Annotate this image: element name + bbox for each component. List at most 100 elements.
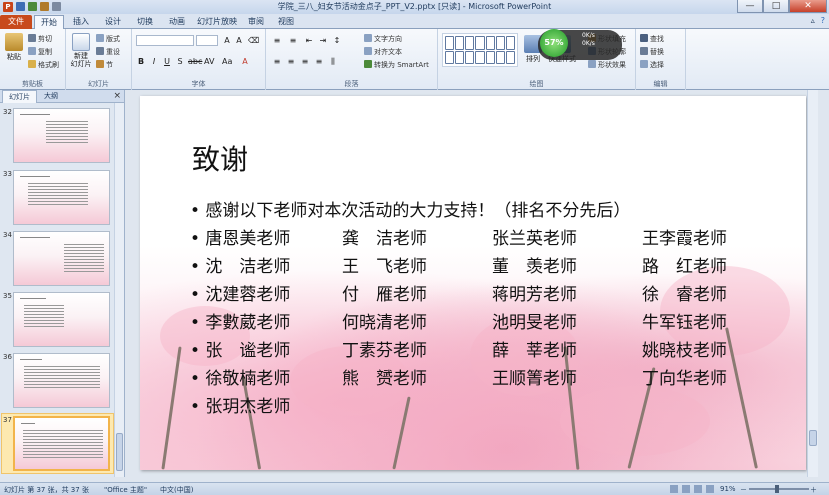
name-cell[interactable]: • 徐敬楠老师: [190, 364, 290, 389]
maximize-button[interactable]: □: [763, 0, 789, 13]
name-cell[interactable]: • 李數葳老师: [190, 308, 290, 333]
name-cell[interactable]: 薛 莘老师: [492, 336, 577, 361]
font-family-combo[interactable]: [136, 35, 194, 46]
smartart-button[interactable]: 转换为 SmartArt: [364, 60, 429, 70]
intro-bullet[interactable]: • 感谢以下老师对本次活动的大力支持！（排名不分先后）: [190, 196, 630, 221]
cut-button[interactable]: 剪切: [28, 34, 52, 44]
increase-indent-icon[interactable]: ⇥: [318, 36, 328, 46]
name-cell[interactable]: • 唐恩美老师: [190, 224, 290, 249]
align-left-icon[interactable]: ≡: [272, 57, 282, 67]
strikethrough-button[interactable]: abc: [188, 57, 202, 67]
brace-shape-icon[interactable]: [485, 50, 495, 64]
align-center-icon[interactable]: ≡: [286, 57, 296, 67]
italic-button[interactable]: I: [149, 57, 159, 67]
columns-icon[interactable]: ⫼: [328, 57, 338, 67]
name-cell[interactable]: 徐 睿老师: [642, 280, 727, 305]
tab-outline-pane[interactable]: 大纲: [38, 90, 64, 103]
new-slide-button[interactable]: 新建 幻灯片: [69, 33, 93, 68]
name-cell[interactable]: 姚晓枝老师: [642, 336, 727, 361]
name-cell[interactable]: • 张玥杰老师: [190, 392, 290, 417]
zoom-in-button[interactable]: ＋: [810, 485, 817, 495]
layout-button[interactable]: 版式: [96, 34, 120, 44]
zoom-slider[interactable]: [749, 488, 809, 490]
language-indicator[interactable]: 中文(中国): [160, 485, 193, 495]
paste-button[interactable]: 粘贴: [3, 33, 25, 62]
tab-transitions[interactable]: 切换: [130, 15, 160, 29]
name-cell[interactable]: 龚 洁老师: [342, 224, 427, 249]
zoom-out-button[interactable]: －: [740, 485, 747, 495]
scrollbar-thumb[interactable]: [809, 430, 817, 446]
name-cell[interactable]: 池明旻老师: [492, 308, 577, 333]
underline-button[interactable]: U: [162, 57, 172, 67]
shadow-button[interactable]: S: [175, 57, 185, 67]
find-button[interactable]: 查找: [640, 34, 664, 44]
close-button[interactable]: ✕: [789, 0, 827, 13]
tab-view[interactable]: 视图: [272, 15, 300, 29]
square-shape-icon[interactable]: [495, 36, 505, 50]
slide-sorter-icon[interactable]: [682, 485, 690, 493]
change-case-icon[interactable]: Aa: [222, 57, 232, 67]
name-cell[interactable]: 付 雁老师: [342, 280, 427, 305]
section-button[interactable]: 节: [96, 60, 113, 70]
align-text-button[interactable]: 对齐文本: [364, 47, 402, 57]
char-spacing-icon[interactable]: AV: [204, 57, 214, 67]
name-cell[interactable]: • 沈建蓉老师: [190, 280, 290, 305]
tab-slideshow[interactable]: 幻灯片放映: [194, 15, 240, 29]
arrow-shape-icon[interactable]: [475, 36, 485, 50]
zoom-level[interactable]: 91%: [720, 485, 736, 493]
line-spacing-icon[interactable]: ↕: [332, 36, 342, 46]
triangle-shape-icon[interactable]: [505, 36, 515, 50]
slide-thumbnail-36[interactable]: 36: [0, 353, 113, 411]
tab-insert[interactable]: 插入: [66, 15, 96, 29]
callout-shape-icon[interactable]: [495, 50, 505, 64]
more-shapes-icon[interactable]: [505, 50, 515, 64]
connector-shape-icon[interactable]: [455, 50, 465, 64]
slide-thumbnail-32[interactable]: 32: [0, 108, 113, 166]
name-cell[interactable]: • 沈 洁老师: [190, 252, 290, 277]
name-cell[interactable]: 蒋明芳老师: [492, 280, 577, 305]
text-box-shape-icon[interactable]: [455, 36, 465, 50]
minimize-ribbon-icon[interactable]: ▵: [811, 16, 815, 25]
copy-button[interactable]: 复制: [28, 47, 52, 57]
scrollbar-thumb[interactable]: [116, 433, 123, 471]
align-right-icon[interactable]: ≡: [300, 57, 310, 67]
slide-canvas[interactable]: 致谢 • 感谢以下老师对本次活动的大力支持！（排名不分先后） • 唐恩美老师 龚…: [140, 96, 806, 470]
reset-button[interactable]: 重设: [96, 47, 120, 57]
tab-file[interactable]: 文件: [0, 15, 32, 29]
slide-scrollbar[interactable]: [807, 90, 818, 477]
name-cell[interactable]: 牛军钰老师: [642, 308, 727, 333]
curve-shape-icon[interactable]: [465, 50, 475, 64]
slide-thumbnail-34[interactable]: 34: [0, 231, 113, 289]
right-arrow-shape-icon[interactable]: [445, 50, 455, 64]
tab-review[interactable]: 审阅: [242, 15, 270, 29]
justify-icon[interactable]: ≡: [314, 57, 324, 67]
name-cell[interactable]: 张兰英老师: [492, 224, 577, 249]
grow-font-icon[interactable]: A: [222, 36, 232, 46]
name-cell[interactable]: 王 飞老师: [342, 252, 427, 277]
line-shape-icon[interactable]: [465, 36, 475, 50]
star-shape-icon[interactable]: [475, 50, 485, 64]
name-cell[interactable]: 董 羡老师: [492, 252, 577, 277]
name-cell[interactable]: 王顺箐老师: [492, 364, 577, 389]
slide-thumbnail-33[interactable]: 33: [0, 170, 113, 228]
format-painter-button[interactable]: 格式刷: [28, 60, 59, 70]
minimize-button[interactable]: —: [737, 0, 763, 13]
name-cell[interactable]: 王李霞老师: [642, 224, 727, 249]
replace-button[interactable]: 替换: [640, 47, 664, 57]
thumbnails-scrollbar[interactable]: [114, 103, 124, 477]
normal-view-icon[interactable]: [670, 485, 678, 493]
rectangle-shape-icon[interactable]: [445, 36, 455, 50]
name-cell[interactable]: 丁素芬老师: [342, 336, 427, 361]
clear-format-icon[interactable]: ⌫: [248, 36, 259, 46]
name-cell[interactable]: 路 红老师: [642, 252, 727, 277]
close-pane-icon[interactable]: ×: [113, 91, 121, 101]
select-button[interactable]: 选择: [640, 60, 664, 70]
font-size-combo[interactable]: [196, 35, 218, 46]
tab-animations[interactable]: 动画: [162, 15, 192, 29]
slide-thumbnail-35[interactable]: 35: [0, 292, 113, 350]
bullets-icon[interactable]: ≡: [272, 36, 282, 46]
shrink-font-icon[interactable]: A: [234, 36, 244, 46]
name-cell[interactable]: 熊 赟老师: [342, 364, 427, 389]
tab-design[interactable]: 设计: [98, 15, 128, 29]
theme-name[interactable]: "Office 主题": [104, 485, 147, 495]
